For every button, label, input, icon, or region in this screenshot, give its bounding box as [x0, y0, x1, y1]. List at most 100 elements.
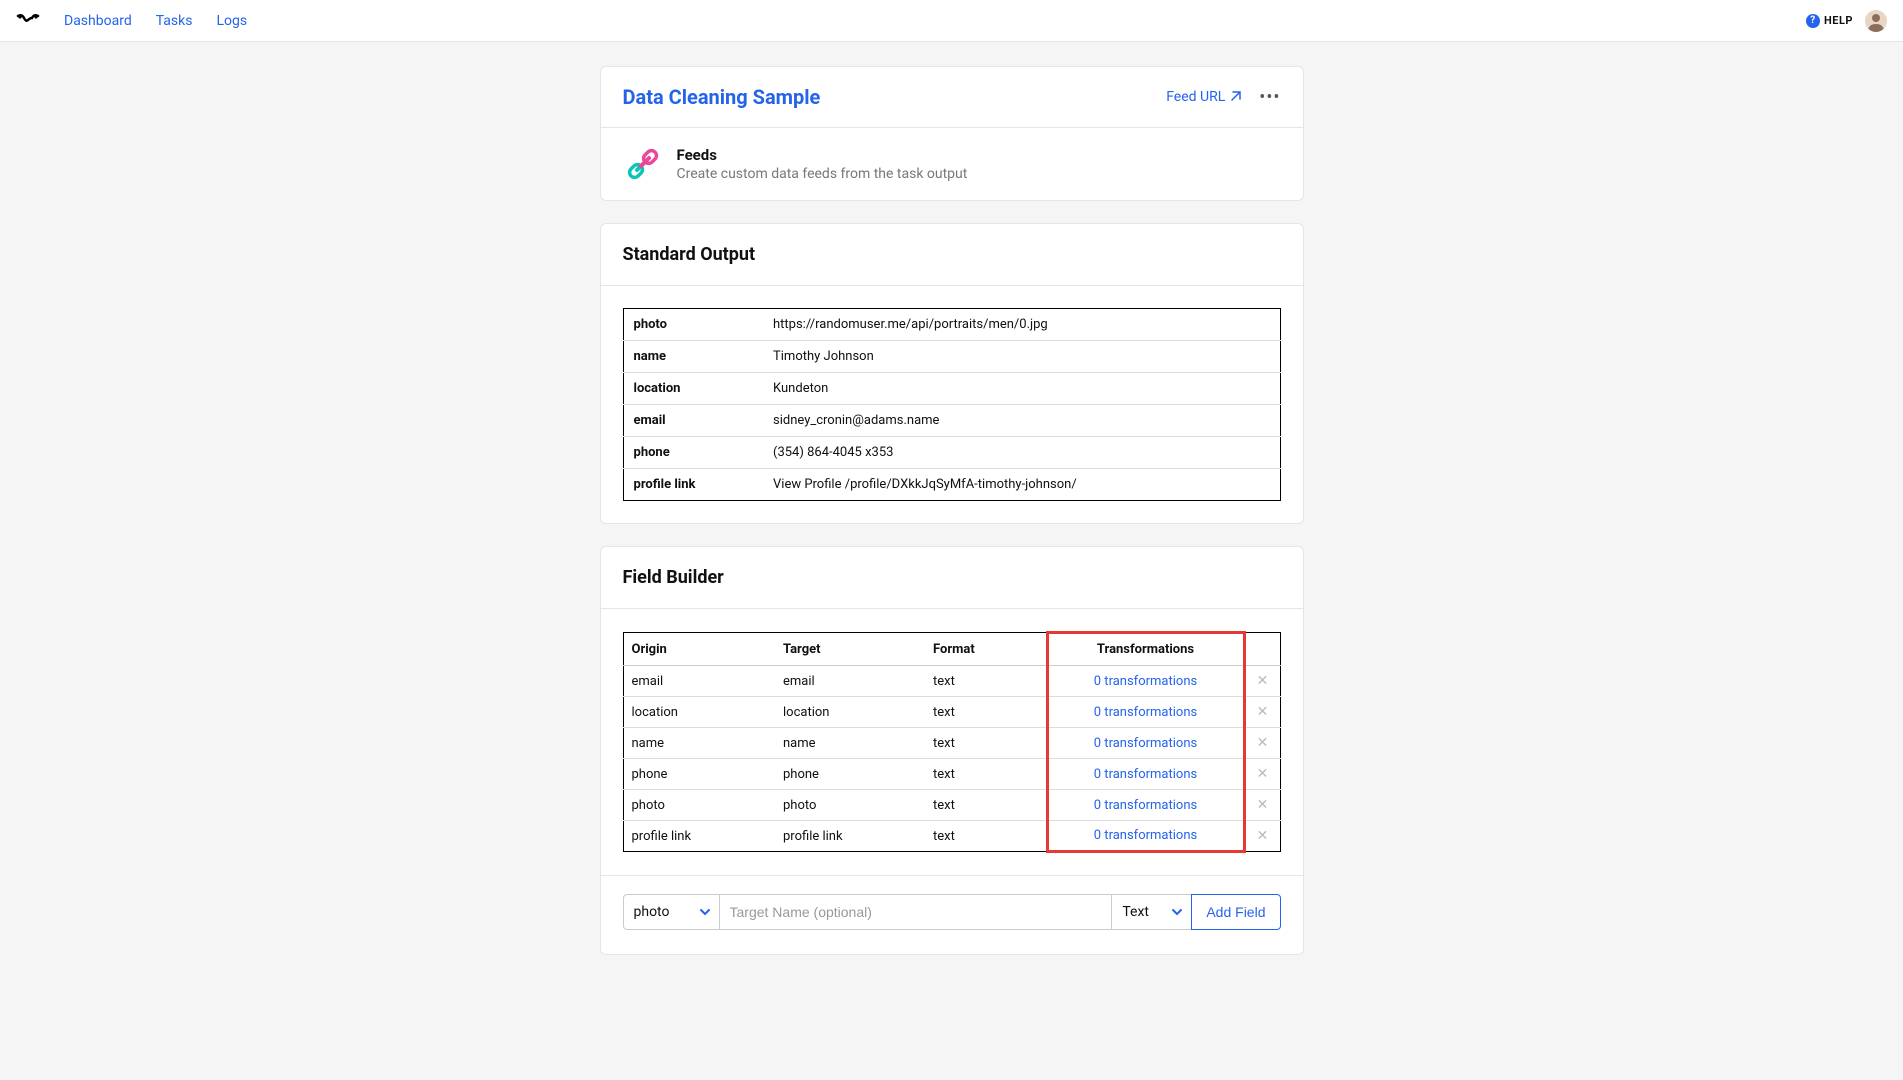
format-select-value: Text — [1122, 904, 1149, 920]
output-value: (354) 864-4045 x353 — [763, 437, 1280, 469]
avatar[interactable] — [1865, 10, 1887, 32]
more-menu-button[interactable]: ••• — [1259, 87, 1280, 108]
standard-output-table: photohttps://randomuser.me/api/portraits… — [623, 308, 1281, 501]
nav-logs[interactable]: Logs — [216, 13, 247, 29]
table-row: namenametext0 transformations✕ — [623, 728, 1280, 759]
output-key: location — [623, 373, 763, 405]
output-key: name — [623, 341, 763, 373]
target-name-input[interactable] — [719, 894, 1112, 930]
help-button[interactable]: ? HELP — [1806, 14, 1853, 28]
feed-url-link[interactable]: Feed URL — [1166, 89, 1241, 105]
cell-format: text — [925, 821, 1047, 852]
link-chain-icon — [623, 144, 663, 184]
table-row: emailsidney_cronin@adams.name — [623, 405, 1280, 437]
feeds-text: Feeds Create custom data feeds from the … — [677, 146, 968, 182]
standard-output-title: Standard Output — [601, 224, 1303, 286]
delete-row-button[interactable]: ✕ — [1257, 766, 1269, 782]
table-row: nameTimothy Johnson — [623, 341, 1280, 373]
cell-transformations: 0 transformations — [1047, 697, 1244, 728]
output-value: Kundeton — [763, 373, 1280, 405]
cell-format: text — [925, 790, 1047, 821]
cell-transformations: 0 transformations — [1047, 759, 1244, 790]
chevron-down-icon — [699, 906, 711, 918]
transformations-link[interactable]: 0 transformations — [1094, 767, 1197, 782]
add-field-button[interactable]: Add Field — [1191, 894, 1280, 930]
table-row: phonephonetext0 transformations✕ — [623, 759, 1280, 790]
topbar-left: Dashboard Tasks Logs — [16, 13, 247, 29]
delete-row-button[interactable]: ✕ — [1257, 797, 1269, 813]
table-row: phone(354) 864-4045 x353 — [623, 437, 1280, 469]
help-icon: ? — [1806, 14, 1820, 28]
col-header-delete — [1244, 633, 1280, 666]
cell-transformations: 0 transformations — [1047, 666, 1244, 697]
table-row: photohttps://randomuser.me/api/portraits… — [623, 309, 1280, 341]
col-header-transformations: Transformations — [1047, 633, 1244, 666]
logo-icon — [16, 14, 40, 28]
feed-url-label: Feed URL — [1166, 89, 1225, 105]
help-label: HELP — [1824, 14, 1853, 27]
delete-row-button[interactable]: ✕ — [1257, 673, 1269, 689]
nav-dashboard[interactable]: Dashboard — [64, 13, 132, 29]
cell-target: photo — [775, 790, 925, 821]
output-key: photo — [623, 309, 763, 341]
feeds-row: Feeds Create custom data feeds from the … — [601, 128, 1303, 200]
cell-origin: name — [623, 728, 775, 759]
chevron-down-icon — [1171, 906, 1183, 918]
cell-format: text — [925, 728, 1047, 759]
cell-delete: ✕ — [1244, 821, 1280, 852]
cell-delete: ✕ — [1244, 666, 1280, 697]
nav-tasks[interactable]: Tasks — [156, 13, 193, 29]
transformations-link[interactable]: 0 transformations — [1094, 705, 1197, 720]
header-card-header: Data Cleaning Sample Feed URL ••• — [601, 67, 1303, 128]
col-header-origin: Origin — [623, 633, 775, 666]
table-row: locationlocationtext0 transformations✕ — [623, 697, 1280, 728]
cell-delete: ✕ — [1244, 697, 1280, 728]
cell-format: text — [925, 697, 1047, 728]
output-value: https://randomuser.me/api/portraits/men/… — [763, 309, 1280, 341]
cell-delete: ✕ — [1244, 759, 1280, 790]
table-row: photophototext0 transformations✕ — [623, 790, 1280, 821]
cell-origin: email — [623, 666, 775, 697]
topbar: Dashboard Tasks Logs ? HELP — [0, 0, 1903, 42]
external-link-icon — [1229, 91, 1241, 103]
cell-target: location — [775, 697, 925, 728]
output-key: email — [623, 405, 763, 437]
cell-delete: ✕ — [1244, 790, 1280, 821]
transformations-link[interactable]: 0 transformations — [1094, 798, 1197, 813]
table-row: emailemailtext0 transformations✕ — [623, 666, 1280, 697]
cell-origin: phone — [623, 759, 775, 790]
cell-delete: ✕ — [1244, 728, 1280, 759]
cell-target: profile link — [775, 821, 925, 852]
cell-origin: location — [623, 697, 775, 728]
table-row: profile linkprofile linktext0 transforma… — [623, 821, 1280, 852]
format-select[interactable]: Text — [1111, 894, 1191, 930]
cell-origin: profile link — [623, 821, 775, 852]
transformations-link[interactable]: 0 transformations — [1094, 674, 1197, 689]
delete-row-button[interactable]: ✕ — [1257, 735, 1269, 751]
output-key: profile link — [623, 469, 763, 501]
feeds-title: Feeds — [677, 146, 968, 164]
table-row: locationKundeton — [623, 373, 1280, 405]
field-builder-title: Field Builder — [601, 547, 1303, 609]
origin-select-value: photo — [634, 904, 670, 920]
delete-row-button[interactable]: ✕ — [1257, 704, 1269, 720]
col-header-format: Format — [925, 633, 1047, 666]
add-field-row: photo Text Add Field — [601, 875, 1303, 954]
header-card: Data Cleaning Sample Feed URL ••• — [600, 66, 1304, 201]
cell-transformations: 0 transformations — [1047, 821, 1244, 852]
topbar-right: ? HELP — [1806, 10, 1887, 32]
feeds-desc: Create custom data feeds from the task o… — [677, 166, 968, 182]
field-builder-table: Origin Target Format Transformations ema… — [623, 631, 1281, 853]
task-title-link[interactable]: Data Cleaning Sample — [623, 85, 821, 109]
cell-transformations: 0 transformations — [1047, 790, 1244, 821]
col-header-target: Target — [775, 633, 925, 666]
field-builder-card: Field Builder Origin Target Format Trans… — [600, 546, 1304, 955]
cell-origin: photo — [623, 790, 775, 821]
transformations-link[interactable]: 0 transformations — [1094, 828, 1197, 843]
transformations-link[interactable]: 0 transformations — [1094, 736, 1197, 751]
origin-select[interactable]: photo — [623, 894, 719, 930]
delete-row-button[interactable]: ✕ — [1257, 828, 1269, 844]
output-value: sidney_cronin@adams.name — [763, 405, 1280, 437]
table-row: profile linkView Profile /profile/DXkkJq… — [623, 469, 1280, 501]
cell-format: text — [925, 666, 1047, 697]
